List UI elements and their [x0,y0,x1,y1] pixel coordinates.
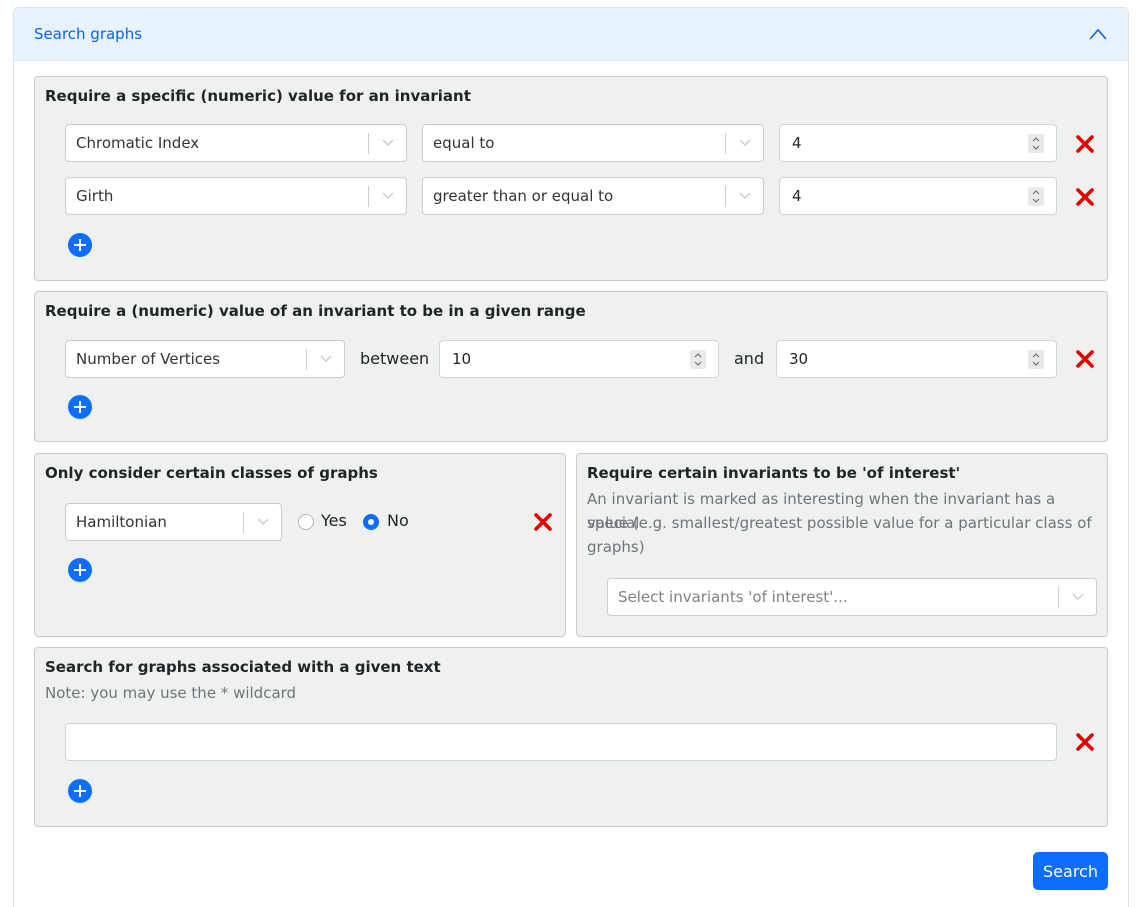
text-search-card: Search for graphs associated with a give… [34,647,1108,827]
interest-note-line3: graphs) [587,538,645,556]
value-input[interactable]: 4 [779,177,1057,215]
comparison-select-value: greater than or equal to [433,187,614,205]
interest-select[interactable]: Select invariants 'of interest'... [607,578,1097,616]
chevron-down-icon [739,192,751,200]
range-invariant-select[interactable]: Number of Vertices [65,340,345,378]
between-label: between [360,349,430,368]
chevron-down-icon [739,139,751,147]
yes-radio[interactable] [298,514,314,530]
specific-value-title: Require a specific (numeric) value for a… [45,87,471,105]
remove-icon[interactable] [533,512,553,532]
spinner-icon[interactable] [1028,187,1044,206]
spinner-icon[interactable] [1028,134,1044,153]
search-button[interactable]: Search [1033,852,1108,890]
interest-card: Require certain invariants to be 'of int… [576,453,1108,637]
invariant-select-value: Girth [76,187,114,205]
chevron-down-icon [257,518,269,526]
interest-select-placeholder: Select invariants 'of interest'... [618,588,848,606]
invariant-select-value: Chromatic Index [76,134,200,152]
remove-icon[interactable] [1075,187,1095,207]
range-title: Require a (numeric) value of an invarian… [45,302,586,320]
chevron-up-icon[interactable] [1088,27,1108,41]
text-search-title: Search for graphs associated with a give… [45,658,441,676]
specific-value-card: Require a specific (numeric) value for a… [34,76,1108,281]
classes-card: Only consider certain classes of graphs … [34,453,566,637]
invariant-select[interactable]: Chromatic Index [65,124,407,162]
class-select-value: Hamiltonian [76,513,167,531]
interest-note-line2: value (e.g. smallest/greatest possible v… [587,514,1092,532]
add-class-button[interactable] [68,558,92,582]
spinner-icon[interactable] [690,350,706,369]
no-label: No [387,511,409,530]
remove-icon[interactable] [1075,732,1095,752]
value-input-text: 4 [792,187,802,205]
range-invariant-value: Number of Vertices [76,350,221,368]
accordion-title: Search graphs [34,25,143,43]
range-max-value: 30 [789,350,809,368]
range-max-input[interactable]: 30 [776,340,1057,378]
text-search-note: Note: you may use the * wildcard [45,684,297,702]
range-min-input[interactable]: 10 [439,340,719,378]
comparison-select-value: equal to [433,134,495,152]
remove-icon[interactable] [1075,349,1095,369]
chevron-down-icon [320,355,332,363]
classes-title: Only consider certain classes of graphs [45,464,378,482]
invariant-select[interactable]: Girth [65,177,407,215]
text-search-input[interactable] [65,723,1057,761]
value-input[interactable]: 4 [779,124,1057,162]
chevron-down-icon [1072,593,1084,601]
spinner-icon[interactable] [1028,350,1044,369]
add-text-search-button[interactable] [68,779,92,803]
no-radio[interactable] [363,514,379,530]
add-range-button[interactable] [68,395,92,419]
comparison-select[interactable]: equal to [422,124,764,162]
class-select[interactable]: Hamiltonian [65,503,282,541]
interest-title: Require certain invariants to be 'of int… [587,464,961,482]
range-min-value: 10 [452,350,472,368]
range-card: Require a (numeric) value of an invarian… [34,291,1108,442]
value-input-text: 4 [792,134,802,152]
comparison-select[interactable]: greater than or equal to [422,177,764,215]
chevron-down-icon [382,139,394,147]
chevron-down-icon [382,192,394,200]
accordion-header[interactable]: Search graphs [14,8,1128,61]
remove-icon[interactable] [1075,134,1095,154]
and-label: and [734,349,765,368]
add-specific-value-button[interactable] [68,233,92,257]
yes-label: Yes [321,511,347,530]
